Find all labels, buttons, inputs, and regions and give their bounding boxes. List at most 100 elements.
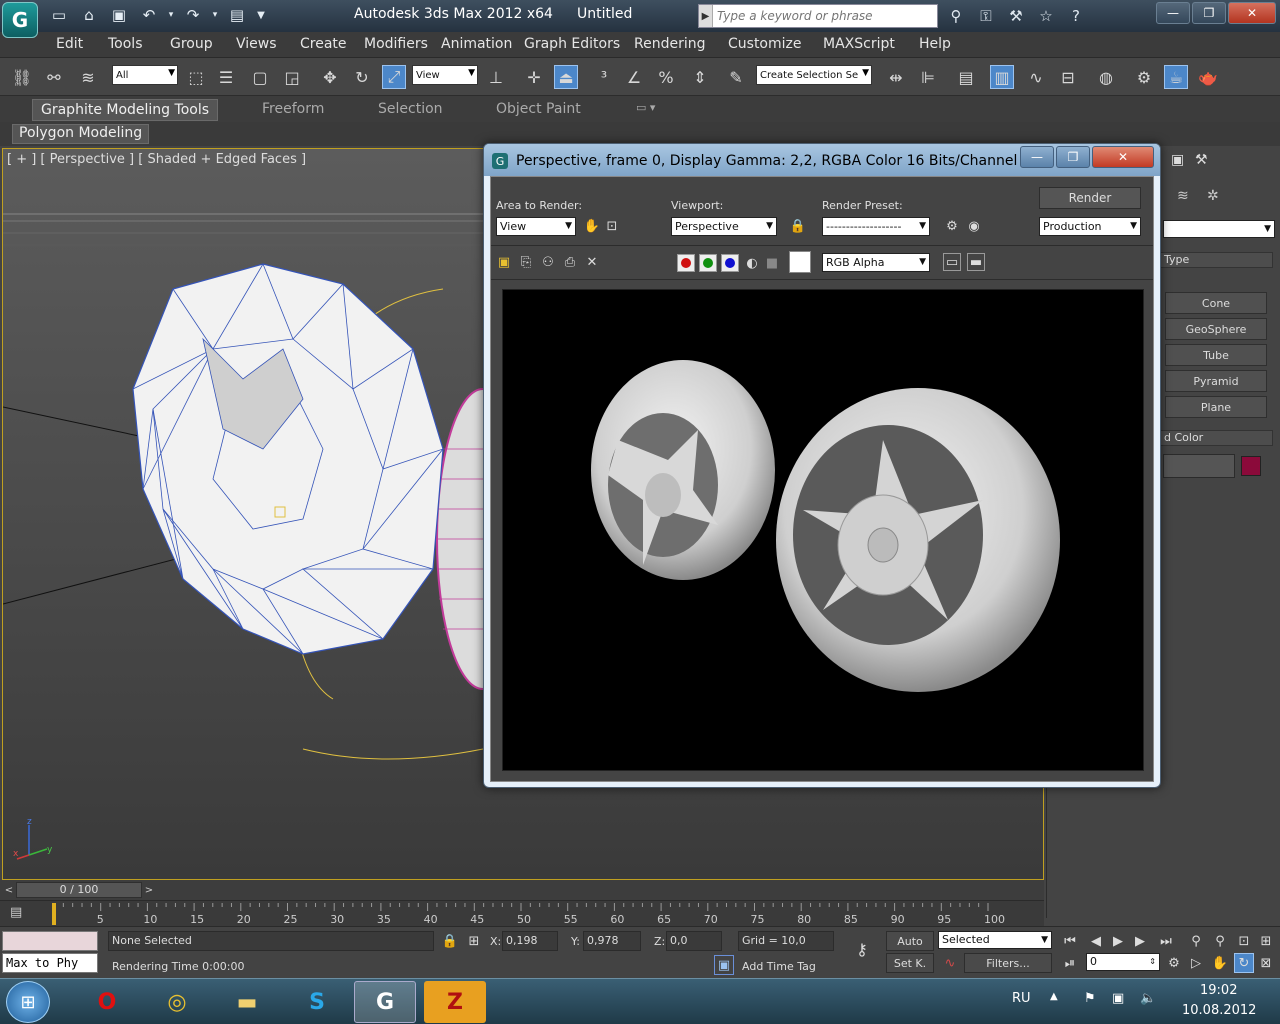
window-crossing-icon[interactable]: ◲ <box>280 65 304 89</box>
add-time-tag-text[interactable]: Add Time Tag <box>742 960 816 973</box>
material-editor-icon[interactable]: ◍ <box>1094 65 1118 89</box>
star-icon[interactable]: ☆ <box>1034 4 1058 28</box>
menu-modifiers[interactable]: Modifiers <box>364 36 428 52</box>
dialog-close-button[interactable]: ✕ <box>1092 146 1154 168</box>
move-icon[interactable]: ✥ <box>318 65 342 89</box>
x-coordinate-field[interactable]: 0,198 <box>502 931 558 951</box>
clear-icon[interactable]: ✕ <box>583 253 601 271</box>
zoom-all-icon[interactable]: ⚲ <box>1210 931 1230 951</box>
rotate-icon[interactable]: ↻ <box>350 65 374 89</box>
current-frame-field[interactable]: 0 ⇕ <box>1086 953 1160 971</box>
rectangular-selection-icon[interactable]: ▢ <box>248 65 272 89</box>
systems-icon[interactable]: ✲ <box>1207 188 1219 204</box>
red-channel-toggle[interactable] <box>677 254 695 272</box>
toggle-ui-icon[interactable]: ▬ <box>967 253 985 271</box>
cone-button[interactable]: Cone <box>1165 292 1267 314</box>
render-setup-icon[interactable]: ⚙ <box>943 217 961 235</box>
maxscript-listener-field[interactable] <box>2 931 98 951</box>
key-filters-button[interactable]: Filters... <box>964 953 1052 973</box>
viewport-dropdown[interactable]: Perspective ▼ <box>671 217 777 236</box>
action-center-icon[interactable]: ▣ <box>1112 991 1124 1006</box>
project-folder-icon[interactable]: ▤ <box>224 3 250 27</box>
keyboard-shortcut-override-icon[interactable]: ⏏ <box>554 65 578 89</box>
taskbar-opera[interactable]: O <box>76 981 138 1023</box>
y-coordinate-field[interactable]: 0,978 <box>583 931 641 951</box>
search-expand-icon[interactable]: ▶ <box>699 5 713 27</box>
object-color-swatch[interactable] <box>1241 456 1261 476</box>
menu-rendering[interactable]: Rendering <box>634 36 706 52</box>
taskbar-skype[interactable]: S <box>286 981 348 1023</box>
schematic-view-icon[interactable]: ⊟ <box>1056 65 1080 89</box>
swatch-white[interactable] <box>789 251 811 273</box>
tools-icon[interactable]: ⚒ <box>1004 4 1028 28</box>
space-warps-icon[interactable]: ≋ <box>1177 188 1189 204</box>
render-button[interactable]: Render <box>1039 187 1141 209</box>
set-key-icon[interactable]: ⚷ <box>848 939 876 959</box>
green-channel-toggle[interactable] <box>699 254 717 272</box>
close-button[interactable]: ✕ <box>1228 2 1276 24</box>
menu-graph-editors[interactable]: Graph Editors <box>524 36 620 52</box>
monochrome-icon[interactable]: ■ <box>763 254 781 272</box>
search-box[interactable]: ▶ <box>698 4 938 28</box>
tab-selection[interactable]: Selection <box>370 99 451 121</box>
selection-filter-dropdown[interactable]: All ▼ <box>112 65 178 85</box>
dialog-minimize-button[interactable]: — <box>1020 146 1054 168</box>
menu-maxscript[interactable]: MAXScript <box>823 36 895 52</box>
link-icon[interactable]: ⛓ <box>10 65 34 89</box>
start-button[interactable]: ⊞ <box>6 981 50 1023</box>
search-input[interactable] <box>713 9 933 23</box>
key-icon[interactable]: ⚿ <box>974 4 998 28</box>
play-icon[interactable]: ▶ <box>1108 931 1128 951</box>
render-setup-icon[interactable]: ⚙ <box>1132 65 1156 89</box>
reference-coord-dropdown[interactable]: View ▼ <box>412 65 478 85</box>
next-frame-icon[interactable]: ▶ <box>1130 931 1150 951</box>
tab-freeform[interactable]: Freeform <box>254 99 332 121</box>
viewport-label[interactable]: [ + ] [ Perspective ] [ Shaded + Edged F… <box>7 152 306 167</box>
time-tag-icon[interactable]: ▣ <box>714 955 734 975</box>
zoom-extents-icon[interactable]: ⊡ <box>1234 931 1254 951</box>
key-filter-curve-icon[interactable]: ∿ <box>940 953 960 973</box>
time-slider-prev-icon[interactable]: < <box>2 882 16 898</box>
orbit-icon[interactable]: ↻ <box>1234 953 1254 973</box>
clock-time[interactable]: 19:02 <box>1200 983 1237 998</box>
taskbar-explorer[interactable]: ▬ <box>216 981 278 1023</box>
z-coordinate-field[interactable]: 0,0 <box>666 931 722 951</box>
production-dropdown[interactable]: Production ▼ <box>1039 217 1141 236</box>
scale-icon[interactable]: ⤢ <box>382 65 406 89</box>
undo-dropdown-icon[interactable]: ▾ <box>166 3 176 27</box>
maximize-viewport-icon[interactable]: ⊠ <box>1256 953 1276 973</box>
save-image-icon[interactable]: ▣ <box>495 253 513 271</box>
field-of-view-icon[interactable]: ▷ <box>1186 953 1206 973</box>
menu-customize[interactable]: Customize <box>728 36 802 52</box>
lock-icon[interactable]: 🔒 <box>789 217 807 235</box>
help-icon[interactable]: ? <box>1064 4 1088 28</box>
tray-expand-icon[interactable]: ▲ <box>1050 991 1058 1002</box>
new-file-icon[interactable]: ▭ <box>46 3 72 27</box>
bind-space-warp-icon[interactable]: ≋ <box>76 65 100 89</box>
angle-snap-icon[interactable]: ∠ <box>622 65 646 89</box>
graphite-toggle-icon[interactable]: ▥ <box>990 65 1014 89</box>
select-object-icon[interactable]: ⬚ <box>184 65 208 89</box>
rollout-object-type[interactable]: Type <box>1153 252 1273 268</box>
percent-snap-icon[interactable]: % <box>654 65 678 89</box>
current-frame-marker[interactable] <box>52 903 56 925</box>
display-channel-dropdown[interactable]: RGB Alpha ▼ <box>822 253 930 272</box>
taskbar-chrome[interactable]: ◎ <box>146 981 208 1023</box>
app-logo-icon[interactable]: G <box>2 2 38 38</box>
clock-date[interactable]: 10.08.2012 <box>1182 1003 1256 1018</box>
time-slider-next-icon[interactable]: > <box>142 882 156 898</box>
utilities-panel-icon[interactable]: ⚒ <box>1195 152 1215 172</box>
align-icon[interactable]: ⊫ <box>916 65 940 89</box>
selection-lock-icon[interactable]: 🔒 <box>440 931 460 951</box>
previous-frame-icon[interactable]: ◀ <box>1086 931 1106 951</box>
object-category-dropdown[interactable]: ▼ <box>1163 220 1275 238</box>
polygon-modeling-panel[interactable]: Polygon Modeling <box>12 124 150 144</box>
time-configuration-icon[interactable]: ⚙ <box>1164 953 1184 973</box>
menu-create[interactable]: Create <box>300 36 347 52</box>
zoom-extents-all-icon[interactable]: ⊞ <box>1256 931 1276 951</box>
display-panel-icon[interactable]: ▣ <box>1171 152 1191 172</box>
menu-help[interactable]: Help <box>919 36 951 52</box>
dialog-maximize-button[interactable]: ❐ <box>1056 146 1090 168</box>
maxscript-input[interactable]: Max to Phy <box>2 953 98 973</box>
undo-icon[interactable]: ↶ <box>136 3 162 27</box>
